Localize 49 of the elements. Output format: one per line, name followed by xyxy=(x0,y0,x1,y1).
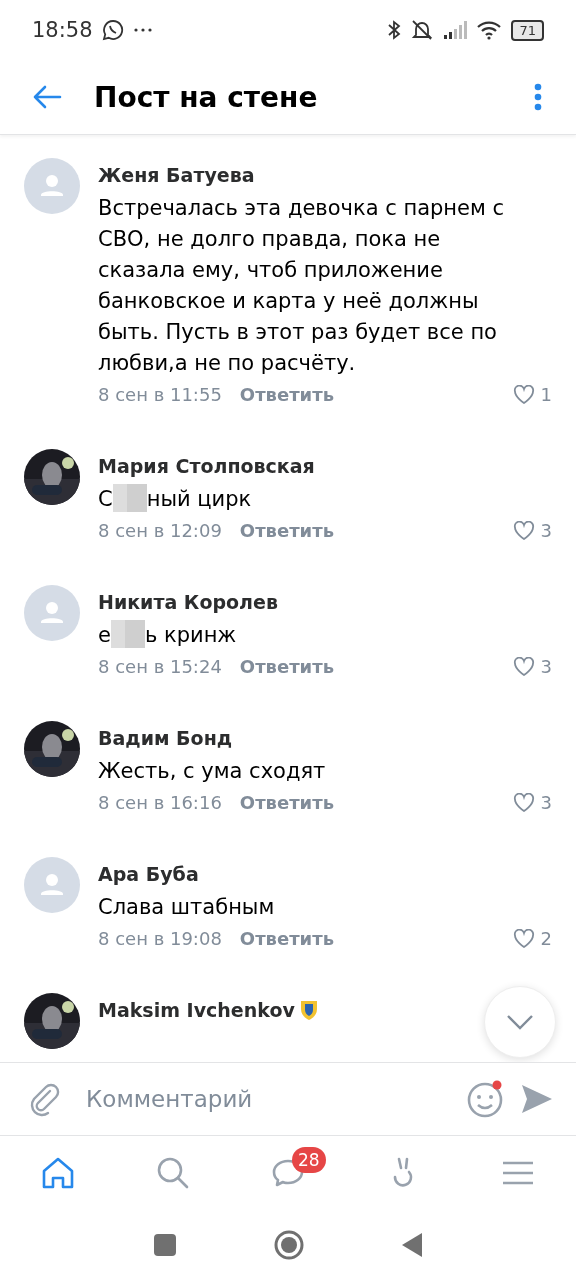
comment-text: Жесть, с ума сходят xyxy=(98,758,327,785)
like-button[interactable]: 3 xyxy=(512,792,552,813)
battery-indicator: 71 xyxy=(511,19,544,41)
bluetooth-icon xyxy=(387,19,402,41)
comment-date: 8 сен в 12:09 xyxy=(98,520,222,541)
page-title: Пост на стене xyxy=(94,80,319,114)
wifi-icon xyxy=(476,20,503,40)
author-name[interactable]: Никита Королев xyxy=(98,591,278,613)
comment-text: С ный цирк xyxy=(98,484,528,515)
unread-badge: 28 xyxy=(292,1147,326,1173)
heart-icon[interactable] xyxy=(512,520,535,541)
home-circle-icon[interactable] xyxy=(273,1229,305,1261)
comment-date: 8 сен в 15:24 xyxy=(98,656,222,677)
reply-link[interactable]: Ответить xyxy=(239,656,335,677)
like-button[interactable]: 2 xyxy=(512,928,552,949)
heart-icon[interactable] xyxy=(512,792,535,813)
author-name[interactable]: Мария Столповская xyxy=(98,455,315,477)
author-name[interactable]: Maksim Ivchenkov xyxy=(98,999,295,1021)
recents-icon[interactable] xyxy=(153,1233,177,1257)
back-triangle-icon[interactable] xyxy=(401,1232,423,1258)
status-time: 18:58 xyxy=(32,18,93,42)
signal-icon xyxy=(443,21,468,39)
comment-date: 8 сен в 19:08 xyxy=(98,928,222,949)
comment-date: 8 сен в 16:16 xyxy=(98,792,222,813)
like-button[interactable]: 3 xyxy=(512,656,552,677)
author-name[interactable]: Ара Буба xyxy=(98,863,199,885)
reply-link[interactable]: Ответить xyxy=(239,792,335,813)
comment-text: Слава штабным xyxy=(98,894,276,921)
heart-icon[interactable] xyxy=(512,384,535,405)
like-button[interactable]: 3 xyxy=(512,520,552,541)
more-icon xyxy=(132,27,153,33)
reply-link[interactable]: Ответить xyxy=(239,384,335,405)
whatsapp-icon xyxy=(101,19,124,41)
reply-link[interactable]: Ответить xyxy=(239,928,335,949)
reply-link[interactable]: Ответить xyxy=(239,520,335,541)
comment-text: Встречалась эта девочка с парнем с СВО, не долго правда, пока не сказала ему, чтоб приложение банковское и карта у неё должны быть. Пусть в этот раз будет все по любви,а не по расчёту. xyxy=(98,195,506,377)
heart-icon[interactable] xyxy=(512,928,535,949)
comment-text: е ь кринж xyxy=(98,620,528,651)
like-button[interactable]: 1 xyxy=(512,384,552,405)
back-arrow-icon[interactable] xyxy=(32,85,62,109)
heart-icon[interactable] xyxy=(512,656,535,677)
chevron-down-icon[interactable] xyxy=(506,1014,534,1030)
author-name[interactable]: Женя Батуева xyxy=(98,164,255,186)
send-icon[interactable] xyxy=(520,1083,554,1115)
more-options-icon[interactable] xyxy=(534,83,542,111)
muted-bell-icon xyxy=(410,19,435,41)
comment-date: 8 сен в 11:55 xyxy=(98,384,222,405)
author-name[interactable]: Вадим Бонд xyxy=(98,727,233,749)
comment-input-field[interactable]: Комментарий xyxy=(76,1080,452,1118)
